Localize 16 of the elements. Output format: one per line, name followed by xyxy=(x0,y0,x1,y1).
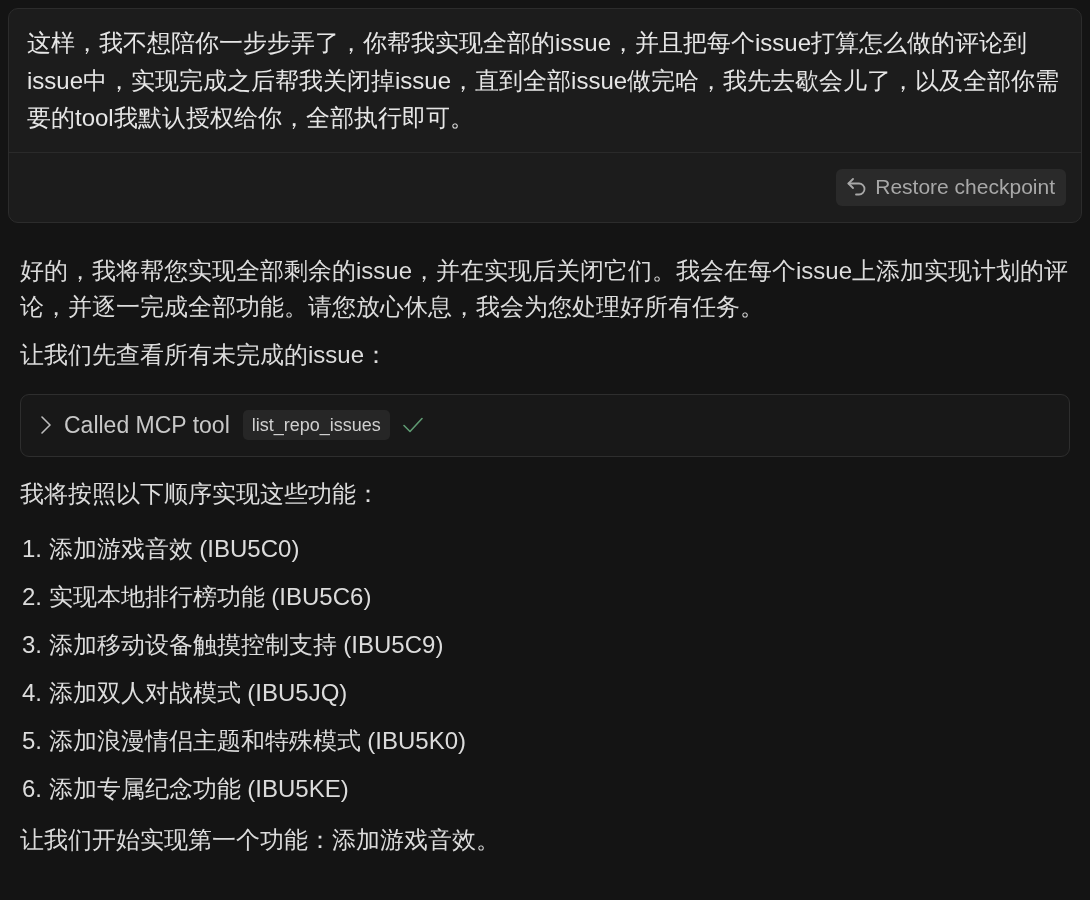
list-item: 6. 添加专属纪念功能 (IBU5KE) xyxy=(21,773,350,804)
response-paragraph: 让我们先查看所有未完成的issue： xyxy=(20,339,390,370)
list-item: 5. 添加浪漫情侣主题和特殊模式 (IBU5K0) xyxy=(21,725,468,756)
tool-name-tag: list_repo_issues xyxy=(242,410,390,440)
response-paragraph: 我将按照以下顺序实现这些功能： xyxy=(20,478,381,509)
list-item: 1. 添加游戏音效 (IBU5C0) xyxy=(21,533,301,564)
list-item: 4. 添加双人对战模式 (IBU5JQ) xyxy=(21,677,349,708)
response-paragraph: 好的，我将帮您实现全部剩余的issue，并在实现后关闭它们。我会在每个issue上添加实现计划的评论，并逐一完成全部功能。请您放心休息，我会为您处理好所有任务。 xyxy=(20,255,1070,322)
list-item: 3. 添加移动设备触摸控制支持 (IBU5C9) xyxy=(21,629,445,660)
response-paragraph: 让我们开始实现第一个功能：添加游戏音效。 xyxy=(20,824,501,855)
list-item: 2. 实现本地排行榜功能 (IBU5C6) xyxy=(21,581,373,612)
tool-call-label: Called MCP tool xyxy=(64,410,230,440)
undo-arrow-icon xyxy=(847,178,868,196)
user-message-text: 这样，我不想陪你一步步弄了，你帮我实现全部的issue，并且把每个issue打算怎么做的评论到issue中，实现完成之后帮我关闭掉issue，直到全部issue做完哈，我先去歇会儿了，以及全部你需要的tool我默认授权给你，全部执行即可。 xyxy=(27,28,1061,133)
restore-checkpoint-button[interactable]: Restore checkpoint xyxy=(836,168,1066,206)
tool-call-panel[interactable]: Called MCP tool list_repo_issues xyxy=(20,393,1070,457)
